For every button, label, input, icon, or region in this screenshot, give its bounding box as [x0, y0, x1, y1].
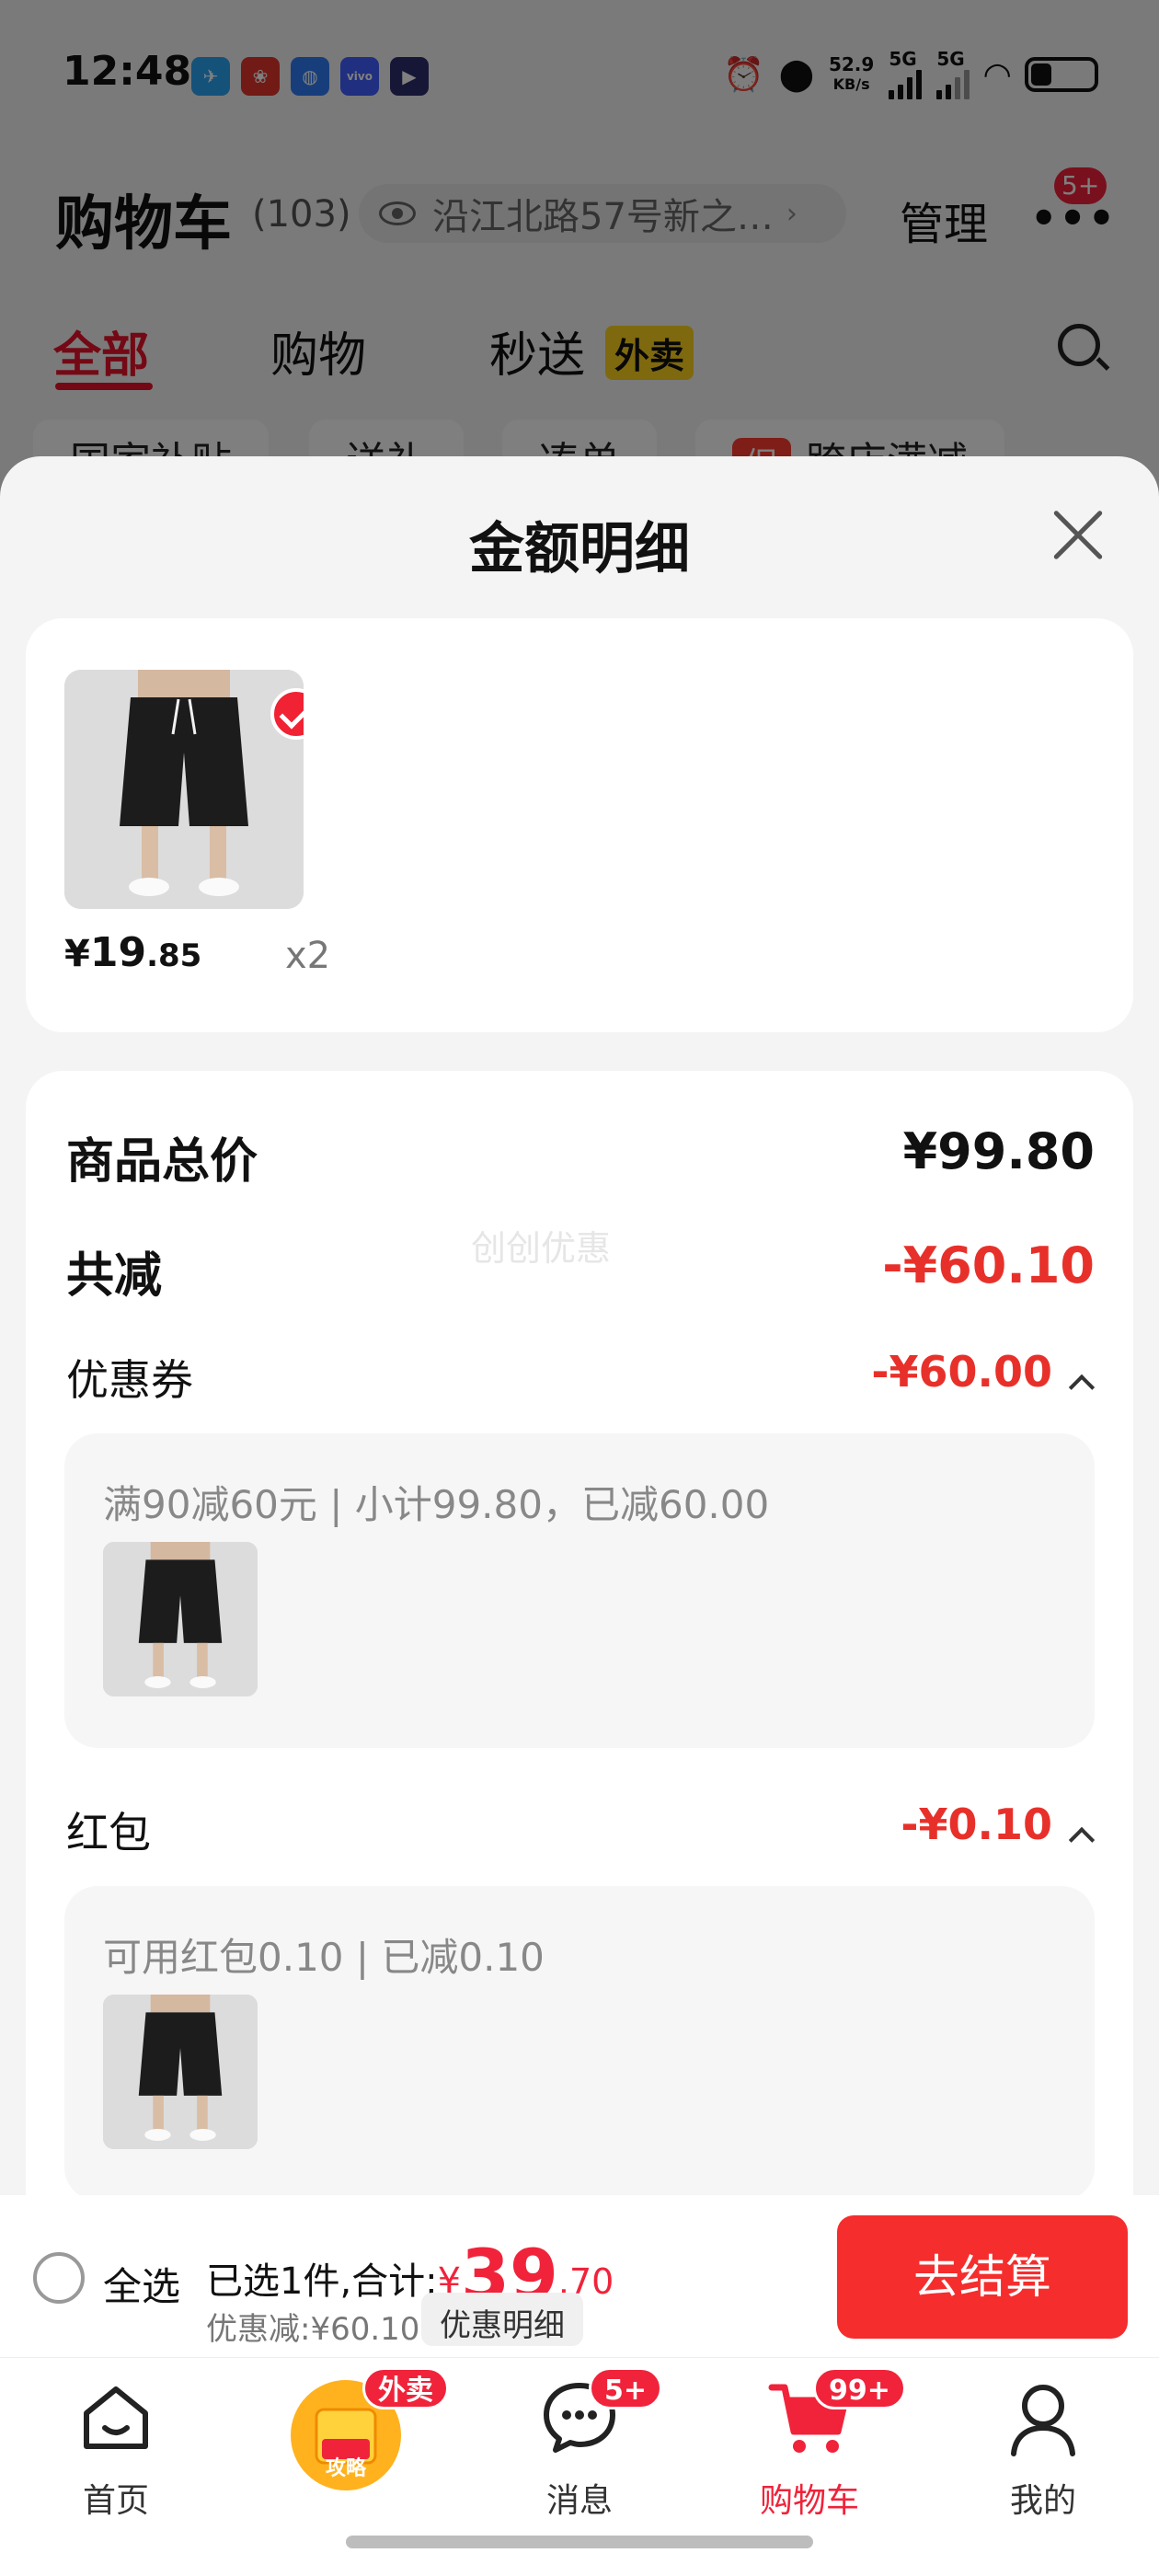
- nav-cart-label: 购物车: [759, 2482, 859, 2520]
- nav-cart-badge: 99+: [813, 2367, 906, 2409]
- discount-detail-button[interactable]: 优惠明细: [421, 2293, 583, 2346]
- total-reduce-label: 共减: [66, 1248, 163, 1304]
- home-icon: [79, 2380, 153, 2457]
- promo-label: 攻略: [325, 2457, 366, 2480]
- chevron-up-icon[interactable]: [1068, 1826, 1096, 1854]
- discount-summary: 优惠减:¥60.10: [206, 2311, 420, 2348]
- coupon-label: 优惠券: [66, 1355, 193, 1405]
- checkout-bar: 全选 已选1件,合计:¥39.70 优惠减:¥60.10 优惠明细 去结算: [0, 2195, 1159, 2357]
- total-reduce-value: -¥60.10: [882, 1236, 1095, 1294]
- watermark-text: 创创优惠: [471, 1228, 612, 1269]
- nav-promo[interactable]: 攻略 外卖: [254, 2358, 449, 2542]
- select-all-label[interactable]: 全选: [103, 2256, 180, 2312]
- red-packet-value: -¥0.10: [901, 1800, 1052, 1849]
- coupon-value: -¥60.00: [871, 1347, 1052, 1397]
- product-price: ¥19.85: [64, 929, 202, 976]
- nav-profile[interactable]: 我的: [951, 2358, 1135, 2542]
- red-packet-detail-text: 可用红包0.10 | 已减0.10: [103, 1935, 545, 1980]
- sheet-title: 金额明细: [469, 517, 690, 581]
- nav-messages[interactable]: 5+ 消息: [488, 2358, 671, 2542]
- coupon-product-thumbnail: [103, 1542, 258, 1696]
- nav-cart[interactable]: 99+ 购物车: [717, 2358, 906, 2542]
- nav-messages-label: 消息: [545, 2482, 613, 2520]
- red-packet-product-thumbnail: [103, 1995, 258, 2149]
- profile-icon: [1006, 2380, 1080, 2461]
- nav-promo-badge: 外卖: [362, 2367, 449, 2409]
- home-indicator[interactable]: [346, 2536, 813, 2548]
- nav-profile-label: 我的: [1009, 2482, 1076, 2520]
- goods-card: ¥19.85 x2: [26, 618, 1133, 1032]
- shorts-image: [103, 1995, 258, 2149]
- red-packet-label: 红包: [66, 1808, 151, 1857]
- shorts-image: [103, 1542, 258, 1696]
- coupon-detail-text: 满90减60元 | 小计99.80，已减60.00: [103, 1482, 770, 1527]
- coupon-detail-box: 满90减60元 | 小计99.80，已减60.00: [64, 1433, 1095, 1748]
- product-quantity: x2: [285, 935, 331, 977]
- total-price-value: ¥99.80: [902, 1122, 1095, 1180]
- select-all-radio[interactable]: [33, 2252, 85, 2304]
- checkout-button[interactable]: 去结算: [837, 2215, 1128, 2339]
- shorts-image: [64, 670, 304, 909]
- nav-messages-badge: 5+: [589, 2367, 663, 2409]
- nav-home[interactable]: 首页: [24, 2358, 208, 2542]
- red-packet-detail-box: 可用红包0.10 | 已减0.10: [64, 1886, 1095, 2201]
- product-thumbnail[interactable]: [64, 670, 304, 909]
- chevron-up-icon[interactable]: [1068, 1374, 1096, 1401]
- total-price-label: 商品总价: [66, 1134, 258, 1190]
- close-icon[interactable]: [1050, 508, 1106, 563]
- nav-home-label: 首页: [82, 2482, 149, 2520]
